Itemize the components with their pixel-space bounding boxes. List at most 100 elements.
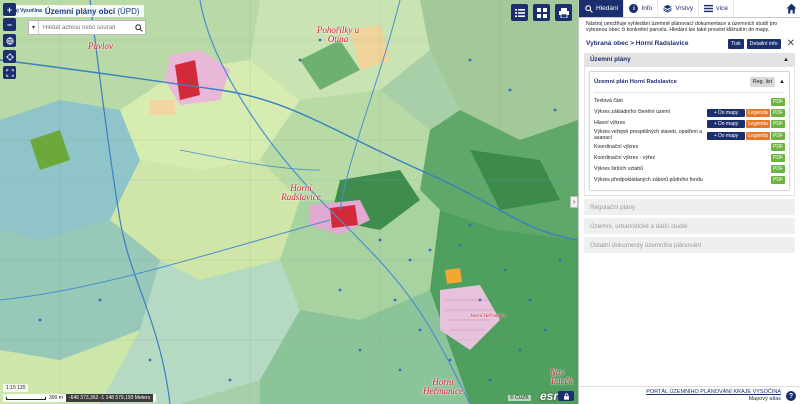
print-map-button[interactable] [555,4,572,21]
pdf-button[interactable]: PDF [771,119,785,128]
legend-button[interactable]: Legenda [746,108,770,117]
section-uzemni-plany: Územní plány ▲ Územní plán Horní Radslav… [584,52,795,197]
tab-info[interactable]: i Info [624,0,659,17]
legend-button[interactable]: Legenda [746,131,770,140]
pdf-button[interactable]: PDF [771,131,785,140]
address-search-input[interactable] [39,21,133,34]
close-icon[interactable]: ✕ [784,38,795,49]
doc-row: Textová část PDF [594,97,785,107]
pdf-button[interactable]: PDF [771,143,785,152]
accordion-title: Územní plány [590,56,631,64]
app-title-abbr: (ÚPD) [117,6,140,16]
coordinate-readout: -646 373,362 -1 148 579,193 Meters [65,394,154,402]
doc-actions: + Do mapy Legenda PDF [707,131,785,140]
caret-up-icon: ▲ [783,56,789,63]
map-scale-bar: 300 m -646 373,362 -1 148 579,193 Meters [3,394,157,402]
map-label-text: Horní Heřmanice [423,377,463,396]
home-icon [786,3,796,14]
zoom-out-button[interactable]: − [3,18,16,31]
accordion-header-uzemni-plany[interactable]: Územní plány ▲ [584,52,795,67]
tab-hledani[interactable]: Hledání [579,0,625,17]
doc-label: Koordinační výkres [594,143,639,150]
help-icon[interactable]: ? [786,391,796,401]
home-extent-button[interactable] [3,34,16,47]
accordion-uzemni-studie[interactable]: Územní, urbanistické a další studie [584,218,795,235]
grid-icon [536,7,547,18]
map-label-pavlov: Pavlov [88,42,113,51]
caret-up-icon[interactable]: ▲ [779,79,785,85]
pdf-button[interactable]: PDF [771,154,785,163]
divider [594,91,785,93]
portal-link[interactable]: PORTÁL ÚZEMNÍHO PLÁNOVÁNÍ KRAJE VYSOČINA [646,389,781,396]
chevron-down-icon[interactable]: ▾ [29,21,39,34]
tab-vice[interactable]: více [699,0,734,17]
app-title-main: Územní plány obcí [44,6,116,16]
map-label-nov-telecky: Nov Telečk [550,368,578,386]
accordion-body: Územní plán Horní Radslavice Reg. list ▲… [584,66,795,197]
doc-label: Výkres základního členění území [594,108,671,115]
pdf-button[interactable]: PDF [771,176,785,185]
grid-view-button[interactable] [533,4,550,21]
zoom-in-button[interactable]: + [3,3,16,16]
map-label-text: Pohořílky u Otína [316,25,360,44]
map-canvas[interactable]: Pavlov Pohořílky u Otína Horní Radslavic… [0,0,578,404]
selected-municipality-title: Vybraná obec > Horní Radslavice [586,40,689,48]
doc-row: Výkres širších vztahů PDF [594,164,785,174]
map-label-hermanice-small: Horní Heřmanice [470,312,506,321]
search-icon[interactable] [133,21,145,34]
doc-label: Výkres předpokládaných záborů půdního fo… [594,176,703,183]
map-scale-text: 1:15 120 [3,384,29,392]
doc-label: Koordinační výkres - výřez [594,154,656,161]
doc-actions: PDF [771,176,785,185]
address-search-bar[interactable]: ▾ [28,20,146,35]
crosshair-icon [5,52,14,61]
add-to-map-button[interactable]: + Do mapy [707,119,745,128]
legend-button[interactable]: Legenda [746,119,770,128]
pdf-button[interactable]: PDF [771,108,785,117]
list-view-button[interactable] [511,4,528,21]
map-label-text: Pavlov [88,41,113,51]
tab-label: Info [641,5,653,12]
pdf-button[interactable]: PDF [771,165,785,174]
plan-header: Územní plán Horní Radslavice Reg. list ▲ [594,76,785,89]
collapse-panel-button[interactable]: › [570,196,578,208]
doc-label: Textová část [594,97,623,104]
home-button[interactable] [782,0,800,17]
map-label-text: Horní Heřmanice [470,314,506,319]
map-basemap[interactable] [0,0,578,404]
intro-text: Nástroj umožňuje vyhledání územně plánov… [586,21,778,34]
map-label-pohorilky: Pohořílky u Otína [308,26,368,44]
doc-row: Výkres základního členění území + Do map… [594,108,785,118]
accordion-regulacni-plany[interactable]: Regulační plány [584,199,795,216]
detail-info-button[interactable]: Detailní info [746,38,781,49]
doc-actions: PDF [771,154,785,163]
plan-header-actions: Reg. list ▲ [749,77,785,88]
lock-icon[interactable] [558,391,574,401]
panel-footer: PORTÁL ÚZEMNÍHO PLÁNOVÁNÍ KRAJE VYSOČINA… [579,386,800,404]
info-icon: i [629,4,639,13]
map-label-horni-hermanice: Horní Heřmanice [418,378,468,396]
pdf-button[interactable]: PDF [771,97,785,106]
map-label-text: Horní Radslavice [281,183,321,202]
doc-row: Hlavní výkres + Do mapy Legenda PDF [594,119,785,129]
tab-vrstvy[interactable]: Vrstvy [658,0,700,17]
accordion-ostatni-dokumenty[interactable]: Ostatní dokumenty územního plánování [584,237,795,254]
footer-links: PORTÁL ÚZEMNÍHO PLÁNOVÁNÍ KRAJE VYSOČINA… [646,389,781,403]
expand-icon [5,68,14,77]
menu-icon [704,4,714,13]
tab-label: Vrstvy [675,5,694,12]
fullscreen-button[interactable] [3,66,16,79]
print-button[interactable]: Tisk [728,38,744,49]
add-to-map-button[interactable]: + Do mapy [707,131,745,140]
atlas-link[interactable]: Mapový atlas [646,396,781,403]
layers-icon [663,4,672,13]
plan-card: Územní plán Horní Radslavice Reg. list ▲… [589,70,790,192]
map-attribution: © ČÚZK [508,395,531,401]
doc-actions: PDF [771,143,785,152]
doc-actions: PDF [771,97,785,106]
reg-list-button[interactable]: Reg. list [749,77,776,88]
doc-row: Výkres veřejně prospěšných staveb, opatř… [594,129,785,142]
doc-actions: + Do mapy Legenda PDF [707,119,785,128]
locate-button[interactable] [3,50,16,63]
add-to-map-button[interactable]: + Do mapy [707,108,745,117]
